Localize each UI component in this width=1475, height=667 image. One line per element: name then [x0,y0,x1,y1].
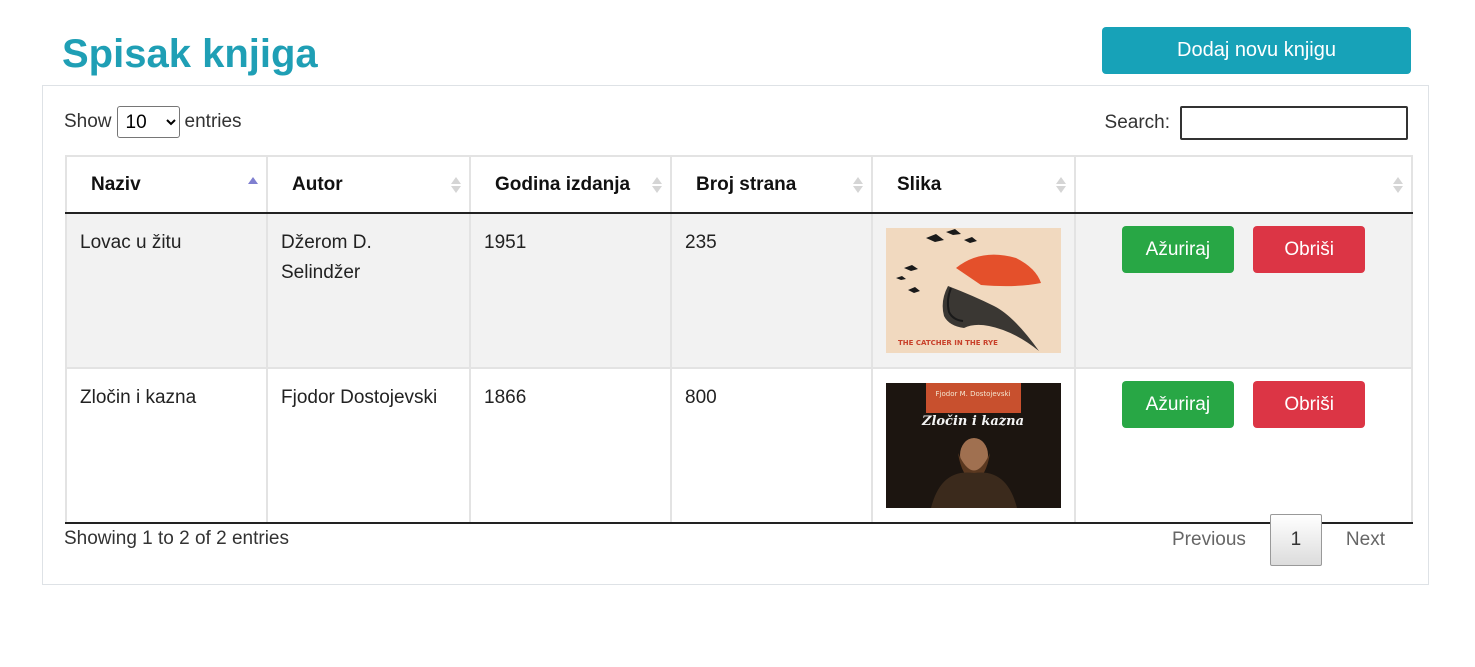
delete-button[interactable]: Obriši [1253,226,1366,273]
book-cover-author: Fjodor M. Dostojevski [936,390,1011,398]
cell-slika: THE CATCHER IN THE RYE [871,212,1076,369]
sort-icon [652,176,662,193]
column-header-slika[interactable]: Slika [871,155,1076,214]
sort-icon [853,176,863,193]
column-header-actions[interactable] [1074,155,1413,214]
pagination: Previous 1 Next [1150,514,1407,566]
delete-button[interactable]: Obriši [1253,381,1366,428]
page-button-current[interactable]: 1 [1269,514,1322,566]
column-header-broj-strana[interactable]: Broj strana [670,155,873,214]
book-cover-text: THE CATCHER IN THE RYE [898,339,998,347]
table-row: Lovac u žitu Džerom D. Selindžer 1951 23… [65,212,1413,369]
search-control: Search: [1105,106,1408,140]
sort-icon [451,176,461,193]
table-info: Showing 1 to 2 of 2 entries [64,528,289,549]
cell-godina: 1951 [469,212,672,369]
column-header-autor[interactable]: Autor [266,155,471,214]
cell-naziv: Lovac u žitu [65,212,268,369]
table-row: Zločin i kazna Fjodor Dostojevski 1866 8… [65,367,1413,524]
show-label: Show [64,111,112,132]
book-cover-image: THE CATCHER IN THE RYE [886,228,1061,353]
previous-page-button[interactable]: Previous [1150,514,1268,566]
column-header-naziv[interactable]: Naziv [65,155,268,214]
update-button[interactable]: Ažuriraj [1121,381,1234,428]
cell-autor: Džerom D. Selindžer [266,212,471,369]
table-header-row: Naziv Autor Godina izdanja Broj strana S… [65,155,1413,214]
cell-actions: Ažuriraj Obriši [1074,367,1413,524]
books-table: Naziv Autor Godina izdanja Broj strana S… [65,155,1413,524]
search-input[interactable] [1180,106,1408,140]
cell-godina: 1866 [469,367,672,524]
sort-icon [1056,176,1066,193]
cell-strane: 800 [670,367,873,524]
search-label: Search: [1104,112,1170,133]
cell-actions: Ažuriraj Obriši [1074,212,1413,369]
update-button[interactable]: Ažuriraj [1121,226,1234,273]
next-page-button[interactable]: Next [1324,514,1407,566]
cell-autor: Fjodor Dostojevski [266,367,471,524]
page-length-select[interactable]: 10 [116,106,180,138]
column-header-godina-izdanja[interactable]: Godina izdanja [469,155,672,214]
books-table-card: Show 10 entries Search: Naziv Autor Godi… [42,85,1429,585]
sort-asc-icon [248,176,258,193]
sort-icon [1393,176,1403,193]
entries-label: entries [184,111,242,132]
add-book-button[interactable]: Dodaj novu knjigu [1102,27,1411,74]
book-cover-image: Fjodor M. Dostojevski Zločin i kazna [886,383,1061,508]
cell-naziv: Zločin i kazna [65,367,268,524]
cell-strane: 235 [670,212,873,369]
page-title: Spisak knjiga [62,32,318,76]
book-cover-title: Zločin i kazna [921,414,1024,429]
page-length-control: Show 10 entries [64,106,242,138]
cell-slika: Fjodor M. Dostojevski Zločin i kazna [871,367,1076,524]
